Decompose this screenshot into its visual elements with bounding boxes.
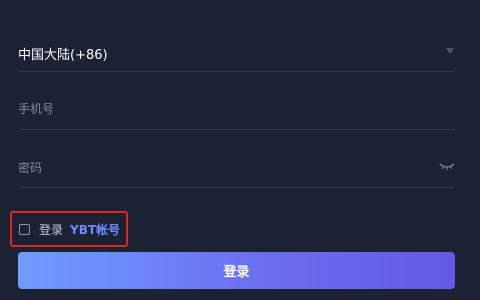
- password-placeholder: 密码: [18, 161, 43, 175]
- region-value: 中国大陆(+86): [18, 48, 108, 63]
- phone-placeholder: 手机号: [18, 102, 55, 116]
- ybt-checkbox[interactable]: [19, 223, 30, 235]
- login-page: 中国大陆(+86) 手机号 密码 登录 YBT帐号 登录: [0, 0, 480, 300]
- login-button[interactable]: 登录: [18, 252, 455, 289]
- ybt-login-option[interactable]: 登录 YBT帐号: [10, 211, 128, 247]
- password-input[interactable]: 密码: [18, 130, 455, 188]
- region-select[interactable]: 中国大陆(+86): [18, 0, 455, 72]
- eye-closed-icon[interactable]: [439, 162, 455, 170]
- ybt-prefix-label: 登录: [39, 222, 64, 237]
- ybt-account-label: YBT帐号: [70, 222, 121, 237]
- caret-down-icon: [446, 48, 454, 54]
- phone-input[interactable]: 手机号: [18, 72, 455, 130]
